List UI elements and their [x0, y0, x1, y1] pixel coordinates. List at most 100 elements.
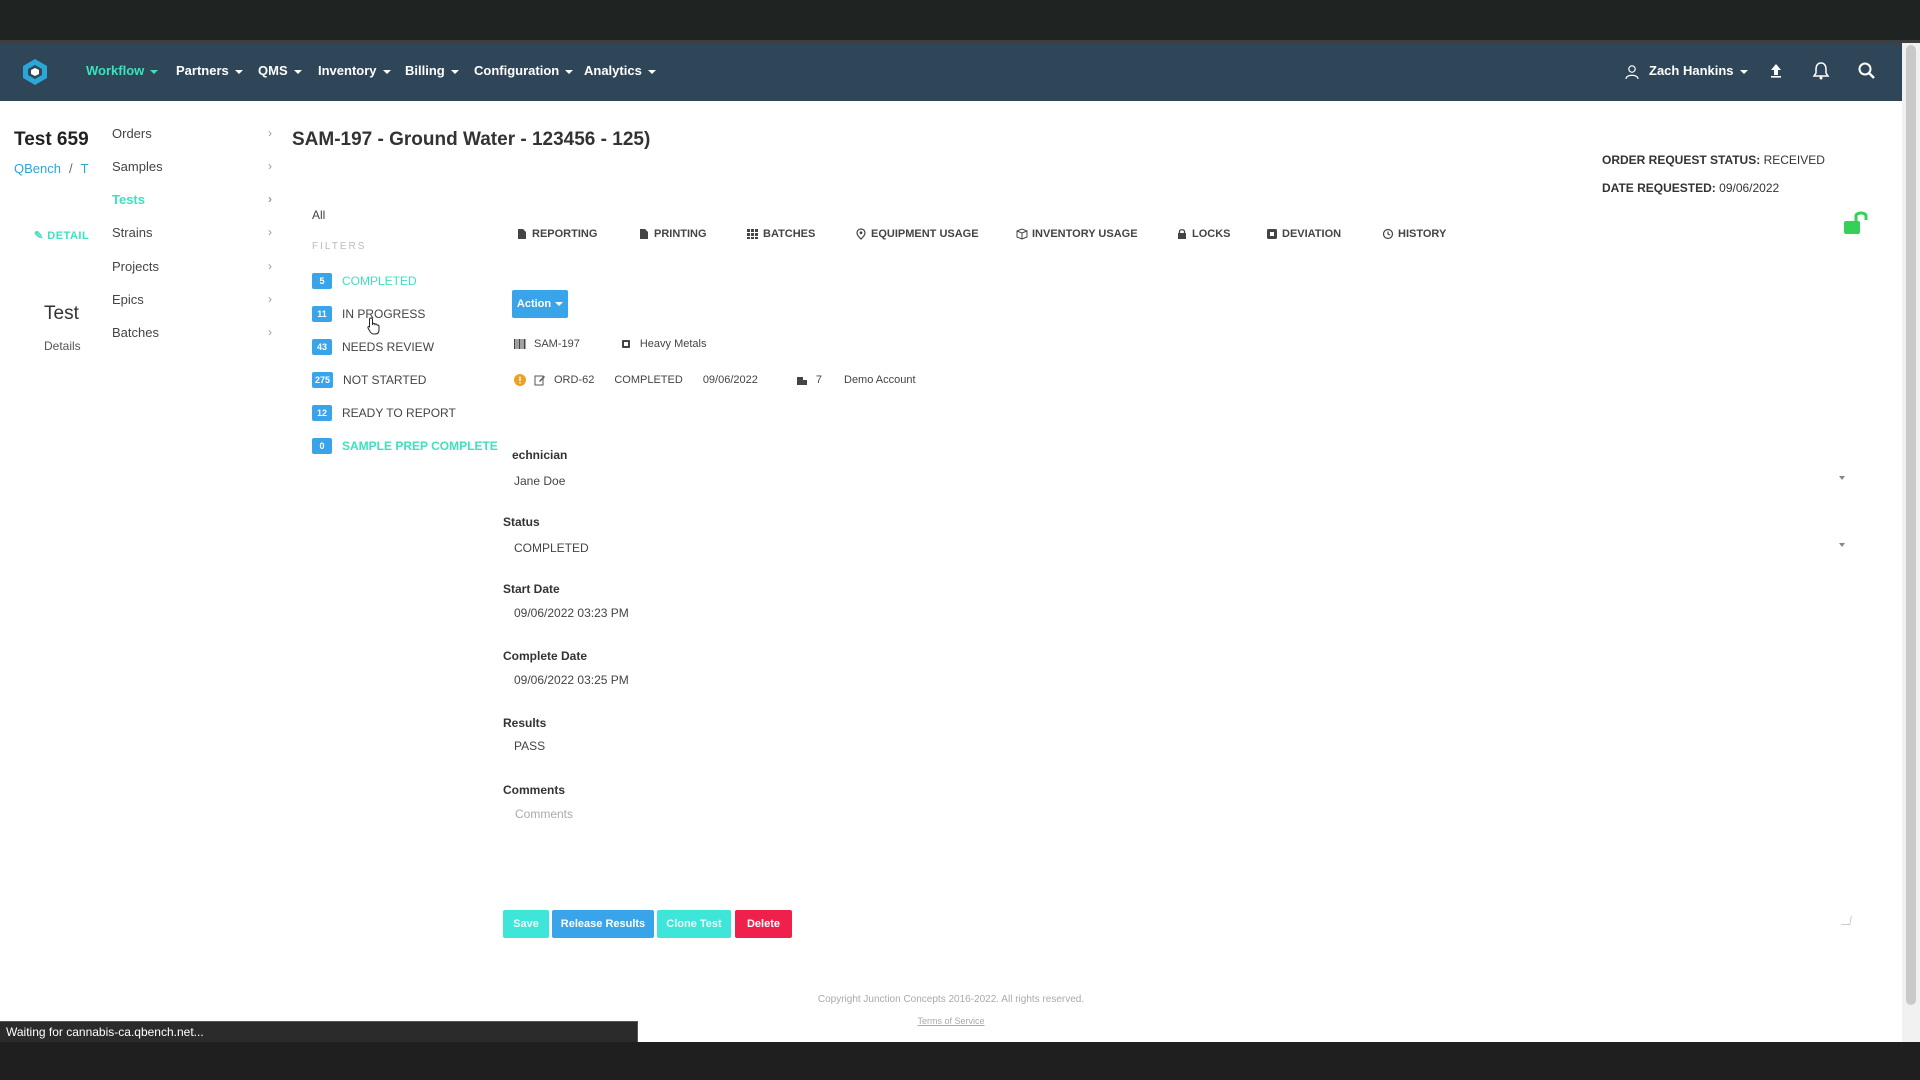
user-menu[interactable]: [1624, 57, 1640, 87]
subnav-samples[interactable]: Samples ›: [112, 159, 272, 174]
chevron-right-icon: ›: [268, 192, 272, 206]
resize-handle-icon[interactable]: [1841, 916, 1852, 925]
account-name[interactable]: Demo Account: [844, 374, 916, 386]
chevron-down-icon: [150, 69, 159, 74]
subnav-epics[interactable]: Epics ›: [112, 292, 272, 307]
order-status: COMPLETED: [614, 374, 683, 386]
nav-configuration[interactable]: Configuration: [474, 63, 574, 78]
comments-placeholder: Comments: [515, 807, 574, 821]
order-request-status: ORDER REQUEST STATUS: RECEIVED: [1602, 153, 1825, 167]
order-id[interactable]: ORD-62: [554, 374, 594, 386]
top-nav: Workflow Partners QMS Inventory Billing …: [0, 43, 1920, 101]
chevron-down-icon: [293, 69, 302, 74]
unlocked-lock-icon[interactable]: [1842, 209, 1870, 237]
subnav-tests[interactable]: Tests ›: [112, 192, 272, 207]
chevron-down-icon: [382, 69, 391, 74]
delete-button[interactable]: Delete: [735, 910, 792, 938]
chevron-right-icon: ›: [268, 325, 272, 339]
history-icon: [1382, 228, 1394, 240]
detail-link[interactable]: ✎ DETAIL: [34, 229, 89, 242]
chevron-right-icon: ›: [268, 225, 272, 239]
barcode-icon: [514, 339, 526, 349]
test-title: Test 659: [14, 129, 89, 150]
hand-cursor-icon: [367, 317, 380, 335]
results-label: Results: [503, 716, 547, 730]
save-button[interactable]: Save: [503, 910, 549, 938]
qbench-logo-icon[interactable]: [20, 57, 50, 87]
nav-partners[interactable]: Partners: [176, 63, 243, 78]
chevron-down-icon: [1839, 543, 1845, 547]
section-subtitle: Details: [44, 339, 81, 353]
filter-ready-to-report[interactable]: 12 READY TO REPORT: [312, 404, 456, 422]
grid-icon: [747, 229, 758, 239]
subnav-strains[interactable]: Strains ›: [112, 225, 272, 240]
tab-deviation[interactable]: DEVIATION: [1266, 228, 1341, 240]
tab-reporting[interactable]: REPORTING: [516, 228, 597, 240]
tab-printing[interactable]: PRINTING: [638, 228, 707, 240]
filter-sample-prep-complete[interactable]: 0 SAMPLE PREP COMPLETE: [312, 437, 498, 455]
upload-icon[interactable]: [1766, 61, 1786, 81]
page-title: SAM-197 - Ground Water - 123456 - 125): [292, 129, 651, 150]
breadcrumb: QBench / T: [14, 161, 89, 176]
breadcrumb-current[interactable]: T: [81, 161, 89, 176]
count-badge: 0: [312, 438, 332, 454]
filter-all[interactable]: All: [312, 208, 325, 222]
complete-date-input[interactable]: 09/06/2022 03:25 PM: [514, 673, 629, 687]
release-results-button[interactable]: Release Results: [552, 910, 654, 938]
date-requested: DATE REQUESTED: 09/06/2022: [1602, 181, 1780, 195]
filters-heading: FILTERS: [312, 241, 367, 252]
user-name[interactable]: Zach Hankins: [1649, 63, 1748, 78]
technician-select[interactable]: Jane Doe: [505, 464, 1845, 494]
clone-test-button[interactable]: Clone Test: [657, 910, 731, 938]
status-select[interactable]: COMPLETED: [505, 531, 1845, 561]
action-dropdown-button[interactable]: Action: [512, 290, 568, 318]
count-badge: 5: [312, 273, 332, 289]
comments-label: Comments: [503, 783, 566, 797]
tab-history[interactable]: HISTORY: [1382, 228, 1446, 240]
tab-equipment-usage[interactable]: EQUIPMENT USAGE: [855, 228, 979, 240]
breadcrumb-home[interactable]: QBench: [14, 161, 61, 176]
filter-needs-review[interactable]: 43 NEEDS REVIEW: [312, 338, 434, 356]
results-input[interactable]: PASS: [514, 739, 545, 753]
sample-id[interactable]: SAM-197: [534, 338, 580, 350]
account-number: 7: [815, 374, 822, 386]
start-date-input[interactable]: 09/06/2022 03:23 PM: [514, 606, 629, 620]
page-scrollbar[interactable]: [1902, 43, 1920, 1042]
subnav-projects[interactable]: Projects ›: [112, 259, 272, 274]
subnav-batches[interactable]: Batches ›: [112, 325, 272, 340]
warning-icon: [514, 374, 526, 386]
nav-billing[interactable]: Billing: [405, 63, 459, 78]
browser-status-bar: Waiting for cannabis-ca.qbench.net...: [0, 1021, 638, 1042]
count-badge: 11: [312, 306, 332, 322]
scrollbar-thumb[interactable]: [1906, 45, 1916, 1005]
tab-locks[interactable]: LOCKS: [1176, 228, 1231, 240]
subnav-orders[interactable]: Orders ›: [112, 126, 272, 141]
nav-qms[interactable]: QMS: [258, 63, 302, 78]
order-date: 09/06/2022: [702, 374, 758, 386]
nav-analytics[interactable]: Analytics: [584, 63, 656, 78]
count-badge: 12: [312, 405, 332, 421]
assay-name[interactable]: Heavy Metals: [640, 338, 707, 350]
edit-icon[interactable]: [534, 374, 546, 386]
app-page: Workflow Partners QMS Inventory Billing …: [0, 43, 1920, 1042]
nav-workflow[interactable]: Workflow: [86, 63, 159, 78]
chevron-right-icon: ›: [268, 259, 272, 273]
pencil-icon: ✎: [34, 230, 44, 242]
chevron-down-icon: [647, 69, 656, 74]
map-marker-icon: [856, 228, 866, 240]
search-icon[interactable]: [1857, 61, 1877, 81]
bell-icon[interactable]: [1811, 61, 1831, 81]
nav-inventory[interactable]: Inventory: [318, 63, 391, 78]
filter-completed[interactable]: 5 COMPLETED: [312, 272, 417, 290]
start-date-label: Start Date: [503, 582, 560, 596]
user-icon: [1625, 65, 1639, 80]
box-icon: [1016, 228, 1028, 240]
filter-not-started[interactable]: 275 NOT STARTED: [312, 371, 426, 389]
browser-top-bar: [0, 0, 1920, 40]
chevron-right-icon: ›: [268, 292, 272, 306]
tab-batches[interactable]: BATCHES: [747, 228, 815, 240]
order-info-row: ORD-62 COMPLETED 09/06/2022 7 Demo Accou…: [514, 374, 916, 386]
flask-icon: [621, 340, 630, 348]
tab-inventory-usage[interactable]: INVENTORY USAGE: [1016, 228, 1138, 240]
sample-info-row: SAM-197 Heavy Metals: [514, 338, 707, 350]
